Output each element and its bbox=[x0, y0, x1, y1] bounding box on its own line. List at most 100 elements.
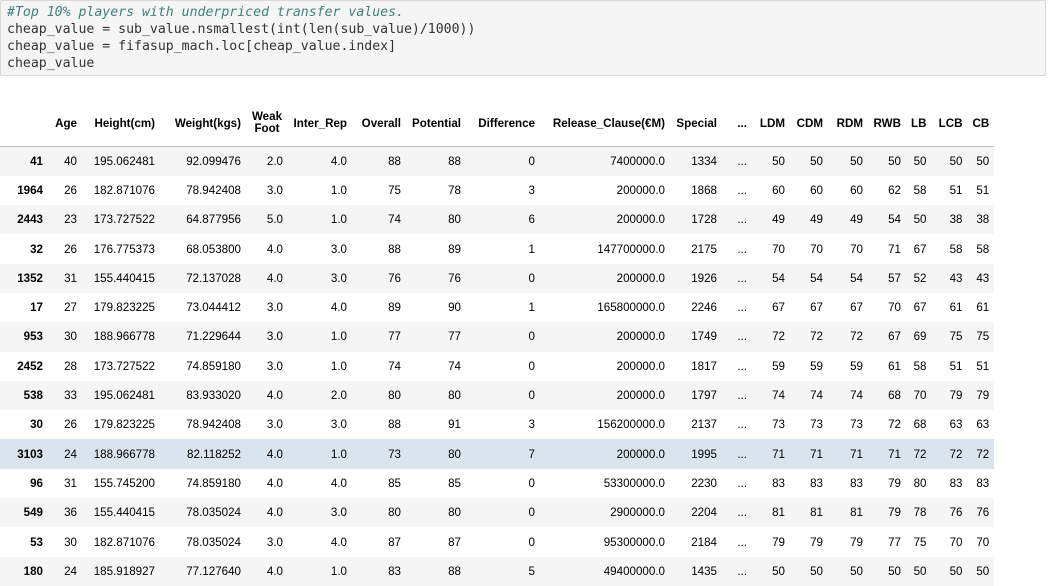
table-cell: 0 bbox=[528, 535, 535, 549]
table-row[interactable]: 3103 24 188.966778 82.118252 4.0 1.0 73 80 7 2000… bbox=[0, 439, 995, 469]
code-cell-input[interactable]: #Top 10% players with underpriced transf… bbox=[0, 0, 1046, 76]
table-row[interactable]: 180 24 185.918927 77.127640 4.0 1.0 83 88 5 49400… bbox=[0, 556, 995, 586]
table-cell: 80 bbox=[448, 213, 461, 227]
table-cell: 58 bbox=[913, 359, 927, 373]
table-cell: 74.859180 bbox=[186, 476, 241, 490]
table-cell: 50 bbox=[888, 154, 901, 168]
table-cell: 89 bbox=[448, 242, 461, 256]
table-cell: 51 bbox=[949, 359, 963, 373]
table-cell: ... bbox=[737, 389, 747, 403]
row-index: 2452 bbox=[17, 359, 43, 373]
table-cell: 88 bbox=[448, 154, 461, 168]
table-cell: ... bbox=[737, 330, 747, 344]
table-row[interactable]: 53 30 182.871076 78.035024 3.0 4.0 87 87 0 953000… bbox=[0, 527, 995, 557]
table-cell: 1.0 bbox=[330, 330, 347, 344]
table-row[interactable]: 17 27 179.823225 73.044412 3.0 4.0 89 90 1 165800… bbox=[0, 292, 995, 323]
table-cell: 83 bbox=[388, 564, 401, 578]
table-row[interactable]: 953 30 188.966778 71.229644 3.0 1.0 77 77 0 20000… bbox=[0, 322, 995, 352]
table-cell: 87 bbox=[448, 535, 461, 549]
table-cell: 89 bbox=[388, 301, 401, 315]
table-cell: 30 bbox=[64, 330, 77, 344]
table-cell: 155.440415 bbox=[93, 271, 155, 285]
table-cell: 182.871076 bbox=[93, 183, 155, 197]
row-index: 1964 bbox=[17, 183, 43, 197]
table-cell: 52 bbox=[913, 271, 927, 285]
table-cell: ... bbox=[737, 213, 747, 227]
table-cell: 5.0 bbox=[266, 213, 283, 227]
table-cell: 155.745200 bbox=[93, 476, 155, 490]
table-cell: 92.099476 bbox=[186, 154, 241, 168]
table-cell: 49400000.0 bbox=[603, 564, 665, 578]
table-row[interactable]: 41 40 195.062481 92.099476 2.0 4.0 88 88 0 740000… bbox=[0, 146, 995, 176]
table-cell: 4.0 bbox=[266, 476, 283, 490]
table-cell: 26 bbox=[64, 242, 77, 256]
table-cell: 156200000.0 bbox=[597, 418, 665, 432]
table-cell: 90 bbox=[448, 301, 461, 315]
table-row[interactable]: 538 33 195.062481 83.933020 4.0 2.0 80 80 0 20000… bbox=[0, 380, 995, 411]
table-row[interactable]: 96 31 155.745200 74.859180 4.0 4.0 85 85 0 533000… bbox=[0, 468, 995, 499]
table-cell: 70 bbox=[888, 301, 901, 315]
table-cell: 80 bbox=[388, 389, 401, 403]
table-cell: 43 bbox=[949, 271, 963, 285]
table-row[interactable]: 1352 31 155.440415 72.137028 4.0 3.0 76 76 0 2000… bbox=[0, 263, 995, 293]
table-cell: 88 bbox=[388, 418, 401, 432]
table-cell: 5 bbox=[528, 564, 535, 578]
table-header: Age Height(cm) Weight(kgs) Weak Foot Inter_R… bbox=[0, 100, 995, 147]
table-cell: 0 bbox=[528, 154, 535, 168]
table-cell: 2246 bbox=[691, 301, 717, 315]
table-cell: 27 bbox=[64, 301, 77, 315]
table-cell: 2.0 bbox=[330, 389, 347, 403]
table-cell: 60 bbox=[810, 183, 823, 197]
table-cell: 36 bbox=[64, 506, 77, 520]
table-cell: 73 bbox=[772, 418, 785, 432]
table-cell: 0 bbox=[528, 476, 535, 490]
table-row[interactable]: 1964 26 182.871076 78.942408 3.0 1.0 75 78 3 2000… bbox=[0, 175, 995, 206]
row-index: 2443 bbox=[17, 213, 43, 227]
table-cell: 54 bbox=[850, 271, 863, 285]
table-cell: 188.966778 bbox=[93, 447, 155, 461]
table-cell: 81 bbox=[810, 506, 823, 520]
table-cell: ... bbox=[737, 183, 747, 197]
table-row[interactable]: 549 36 155.440415 78.035024 4.0 3.0 80 80 0 29000… bbox=[0, 498, 995, 528]
table-cell: 2137 bbox=[691, 418, 717, 432]
row-index: 549 bbox=[23, 506, 43, 520]
table-row[interactable]: 2443 23 173.727522 64.877956 5.0 1.0 74 80 6 2000… bbox=[0, 205, 995, 235]
table-row[interactable]: 2452 28 173.727522 74.859180 3.0 1.0 74 74 0 2000… bbox=[0, 351, 995, 381]
column-header: LDM bbox=[752, 100, 790, 147]
table-row[interactable]: 32 26 176.775373 68.053800 4.0 3.0 88 89 1 147700… bbox=[0, 234, 995, 264]
column-header: Potential bbox=[406, 100, 466, 147]
table-cell: 4.0 bbox=[266, 271, 283, 285]
table-cell: 50 bbox=[772, 564, 785, 578]
table-cell: 91 bbox=[448, 418, 461, 432]
table-cell: 67 bbox=[810, 301, 823, 315]
table-cell: 176.775373 bbox=[93, 242, 155, 256]
table-cell: 179.823225 bbox=[93, 301, 155, 315]
table-cell: 74 bbox=[850, 389, 863, 403]
table-cell: 3.0 bbox=[266, 418, 283, 432]
table-cell: 62 bbox=[888, 183, 901, 197]
index-header bbox=[0, 100, 48, 147]
table-row[interactable]: 30 26 179.823225 78.942408 3.0 3.0 88 91 3 156200… bbox=[0, 410, 995, 440]
header-row: Age Height(cm) Weight(kgs) Weak Foot Inter_R… bbox=[0, 100, 995, 147]
table-cell: 75 bbox=[388, 183, 401, 197]
row-index: 3103 bbox=[17, 447, 43, 461]
table-cell: 95300000.0 bbox=[603, 535, 665, 549]
table-cell: 1817 bbox=[691, 359, 717, 373]
table-cell: 71 bbox=[850, 447, 863, 461]
table-cell: 200000.0 bbox=[616, 359, 665, 373]
table-cell: 72 bbox=[949, 447, 963, 461]
table-cell: 26 bbox=[64, 418, 77, 432]
table-cell: 74 bbox=[448, 359, 461, 373]
table-cell: 50 bbox=[850, 154, 863, 168]
table-cell: ... bbox=[737, 564, 747, 578]
column-header: Difference bbox=[466, 100, 540, 147]
row-index: 1352 bbox=[17, 271, 43, 285]
code-line-3: cheap_value bbox=[7, 56, 95, 71]
code-line-2: cheap_value = fifasup_mach.loc[cheap_val… bbox=[7, 39, 397, 54]
table-cell: 1728 bbox=[691, 213, 717, 227]
table-cell: 77 bbox=[448, 330, 461, 344]
table-cell: 79 bbox=[888, 506, 901, 520]
table-cell: 77 bbox=[388, 330, 401, 344]
table-cell: 70 bbox=[976, 535, 990, 549]
table-cell: 76 bbox=[949, 506, 963, 520]
